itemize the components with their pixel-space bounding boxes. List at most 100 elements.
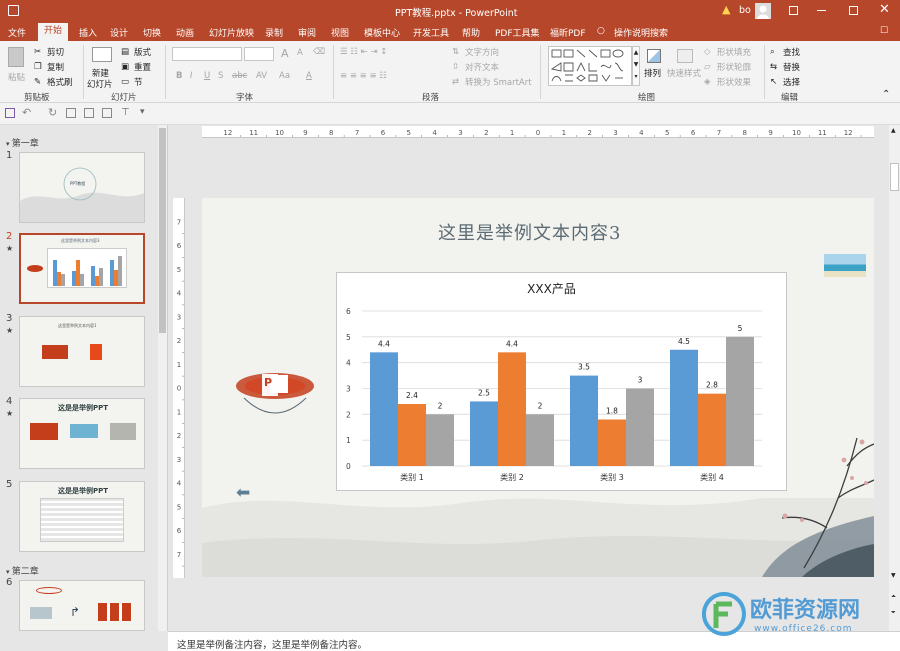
y-tick-label: 4 — [346, 359, 351, 368]
replace-button[interactable]: ⇆ 替换 — [770, 61, 800, 73]
minimize-button[interactable] — [817, 10, 826, 11]
toolbar-icon[interactable] — [66, 108, 76, 118]
slide-thumbnail-selected[interactable]: 这里是举例文本内容3 — [19, 233, 145, 304]
strike-button[interactable]: S — [218, 71, 223, 81]
tab-developer[interactable]: 开发工具 — [413, 26, 449, 39]
slide-canvas[interactable]: 这里是举例文本内容3 P ⬅ XXX产品 0 1 2 3 4 5 6 类别 1 4.4 2.4 2 类别… — [202, 198, 874, 577]
strikethrough-button[interactable]: abc — [232, 71, 247, 81]
chart-object[interactable]: XXX产品 0 1 2 3 4 5 6 类别 1 4.4 2.4 2 类别 2 2.5 4.4 2 类别 3 3.… — [336, 272, 787, 491]
slide-thumbnail[interactable]: PPT教程 — [19, 152, 145, 223]
slide-thumbnail[interactable]: ↱ — [19, 580, 145, 631]
scroll-thumb[interactable] — [159, 128, 166, 333]
user-name[interactable]: bo — [739, 5, 751, 16]
copy-button[interactable]: ❐ 复制 — [34, 61, 64, 73]
shapes-gallery[interactable] — [548, 46, 632, 86]
tab-insert[interactable]: 插入 — [79, 26, 97, 39]
slide-thumbnail[interactable]: 这是是举例PPT — [19, 481, 145, 552]
select-button[interactable]: ↖ 选择 — [770, 76, 800, 88]
gallery-scroll[interactable]: ▲ ▼ ▾ — [632, 46, 640, 86]
shape-outline-button[interactable]: ▱ 形状轮廓 — [704, 61, 751, 73]
thumbnail-scrollbar[interactable] — [158, 125, 167, 631]
landscape-image[interactable] — [824, 254, 866, 277]
smartart-button[interactable]: ⇄ 转换为 SmartArt — [452, 76, 532, 88]
smartart-label: 转换为 SmartArt — [465, 78, 532, 88]
redo-icon[interactable]: ↻ — [48, 106, 57, 119]
slide-thumbnail[interactable]: 这是是举例PPT — [19, 398, 145, 469]
customize-icon[interactable]: ▾ — [140, 107, 145, 117]
arrange-button[interactable]: 排列 — [644, 47, 666, 87]
close-button[interactable]: ✕ — [879, 2, 890, 17]
back-arrow-icon[interactable]: ⬅ — [236, 483, 250, 503]
editor-scrollbar[interactable]: ▲ ▼ ⏶ ⏷ — [889, 125, 900, 631]
align-icons[interactable]: ≡ ≡ ≡ ≡ ☷ — [340, 71, 387, 81]
reset-icon: ▣ — [121, 62, 130, 72]
tab-home[interactable]: 开始 — [38, 23, 69, 41]
find-button[interactable]: ⌕ 查找 — [770, 46, 800, 58]
maximize-button[interactable] — [849, 6, 858, 15]
font-size-box[interactable] — [244, 47, 274, 61]
ruler-label: 7 — [177, 551, 181, 559]
reset-button[interactable]: ▣ 重置 — [121, 61, 151, 73]
notes-text[interactable]: 这里是举例备注内容，这里是举例备注内容。 — [177, 637, 367, 651]
slide-number: 1 — [6, 150, 13, 161]
text-direction-button[interactable]: ⇅ 文字方向 — [452, 46, 499, 58]
warning-icon[interactable]: ▲ — [722, 3, 730, 16]
tab-pdf-tools[interactable]: PDF工具集 — [495, 26, 540, 39]
italic-button[interactable]: I — [190, 71, 193, 81]
powerpoint-logo-graphic[interactable]: P — [234, 368, 316, 424]
font-group-label: 字体 — [236, 93, 254, 103]
shape-fill-button[interactable]: ◇ 形状填充 — [704, 46, 751, 58]
scroll-up-icon[interactable]: ▲ — [891, 127, 896, 134]
toolbar-icon[interactable] — [102, 108, 112, 118]
new-slide-button[interactable]: 新建 幻灯片 — [87, 45, 116, 90]
tab-animations[interactable]: 动画 — [176, 26, 194, 39]
font-name-box[interactable] — [172, 47, 242, 61]
save-icon[interactable] — [8, 5, 19, 16]
scroll-thumb[interactable] — [890, 163, 899, 191]
collapse-ribbon-icon[interactable]: ⌃ — [882, 89, 890, 100]
present-icon[interactable]: ⊤ — [121, 107, 130, 118]
underline-button[interactable]: U — [204, 71, 210, 81]
section-chapter-1[interactable]: 第一章 — [6, 136, 39, 149]
undo-icon[interactable]: ↶ — [22, 106, 31, 119]
shrink-font-button[interactable]: A — [297, 48, 303, 58]
scroll-down-icon[interactable]: ▼ — [891, 572, 896, 579]
font-color-button[interactable]: A — [306, 71, 312, 81]
tab-view[interactable]: 视图 — [331, 26, 349, 39]
shape-effect-button[interactable]: ◈ 形状效果 — [704, 76, 751, 88]
tab-transitions[interactable]: 切换 — [143, 26, 161, 39]
change-case-button[interactable]: Aa — [279, 71, 290, 81]
spacing-button[interactable]: AV — [256, 71, 267, 81]
cut-button[interactable]: ✂ 剪切 — [34, 46, 64, 58]
ruler-label: 12 — [844, 129, 853, 137]
paste-button[interactable]: 粘贴 — [6, 45, 28, 85]
toolbar-icon[interactable] — [84, 108, 94, 118]
slide-thumbnail[interactable]: 这里是举例文本内容1 — [19, 316, 145, 387]
tab-review[interactable]: 审阅 — [298, 26, 316, 39]
tab-help[interactable]: 帮助 — [462, 26, 480, 39]
section-button[interactable]: ▭ 节 — [121, 76, 143, 88]
bullets-icon[interactable]: ☰ ☷ ⇤ ⇥ ↕ — [340, 47, 387, 57]
quick-style-button[interactable]: 快速样式 — [667, 47, 704, 87]
slide-title[interactable]: 这里是举例文本内容3 — [438, 219, 621, 245]
save-icon[interactable] — [5, 108, 15, 118]
bar — [526, 414, 554, 466]
section-chapter-2[interactable]: 第二章 — [6, 564, 39, 577]
align-text-button[interactable]: ⇳ 对齐文本 — [452, 61, 499, 73]
bold-button[interactable]: B — [176, 71, 182, 81]
tab-file[interactable]: 文件 — [8, 26, 26, 39]
ribbon-display-icon[interactable] — [789, 6, 798, 15]
tab-record[interactable]: 录制 — [265, 26, 283, 39]
avatar[interactable] — [755, 3, 771, 19]
share-icon[interactable]: ☐ — [880, 26, 888, 36]
format-painter-button[interactable]: ✎ 格式刷 — [34, 76, 73, 88]
bar — [598, 419, 626, 466]
layout-button[interactable]: ▤ 版式 — [121, 46, 151, 58]
tab-slideshow[interactable]: 幻灯片放映 — [209, 26, 254, 39]
grow-font-button[interactable]: A — [281, 47, 289, 60]
clear-format-icon[interactable]: ⌫ — [313, 47, 325, 57]
tab-template[interactable]: 模板中心 — [364, 26, 400, 39]
tell-me-search[interactable]: 操作说明搜索 — [614, 26, 668, 39]
tab-design[interactable]: 设计 — [110, 26, 128, 39]
tab-foxit-pdf[interactable]: 福昕PDF — [550, 26, 586, 39]
